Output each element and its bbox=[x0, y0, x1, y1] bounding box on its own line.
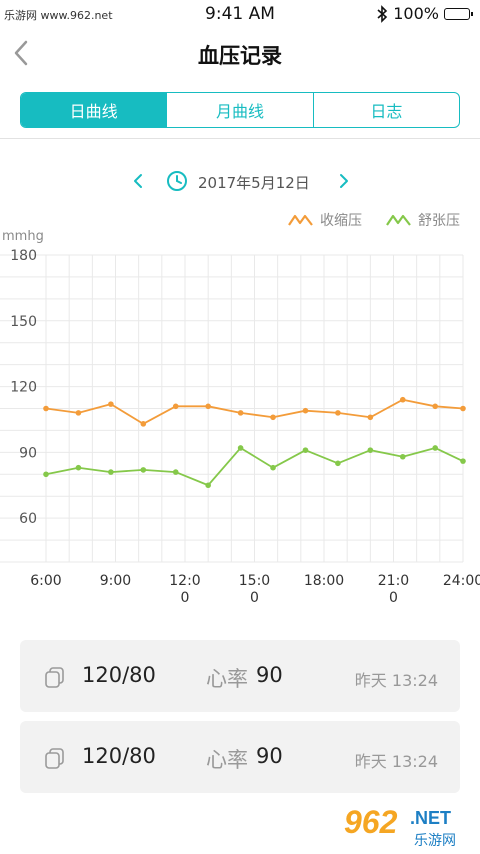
data-point bbox=[108, 469, 114, 475]
next-date-button[interactable] bbox=[334, 169, 354, 193]
brand-watermark: 962 .NET 乐游网 bbox=[344, 804, 472, 850]
record-time: 昨天 13:24 bbox=[354, 752, 438, 771]
data-point bbox=[75, 410, 82, 416]
data-point bbox=[75, 464, 82, 471]
data-point bbox=[205, 482, 211, 489]
y-axis-label: mmhg bbox=[2, 229, 44, 244]
data-point bbox=[302, 407, 309, 414]
heart-rate-value: 90 bbox=[256, 744, 283, 768]
heart-rate-label: 心率 bbox=[206, 748, 248, 772]
x-tick-label: 18:00 bbox=[304, 573, 344, 589]
x-tick-label: 12:0 bbox=[169, 573, 200, 589]
x-tick-label-line2: 0 bbox=[181, 590, 190, 606]
status-right: 100% bbox=[376, 4, 473, 23]
y-tick-label: 90 bbox=[19, 445, 37, 461]
data-point bbox=[367, 447, 374, 453]
divider bbox=[0, 138, 480, 139]
data-point bbox=[399, 453, 406, 460]
heart-rate-label: 心率 bbox=[206, 667, 248, 691]
data-point bbox=[140, 421, 147, 427]
data-point bbox=[172, 469, 179, 475]
bp-reading: 120/80 bbox=[82, 744, 156, 768]
y-tick-label: 150 bbox=[10, 314, 37, 330]
data-point bbox=[335, 460, 341, 467]
y-tick-label: 180 bbox=[10, 248, 37, 264]
data-point bbox=[43, 405, 49, 412]
x-tick-label: 15:0 bbox=[239, 573, 270, 589]
data-point bbox=[237, 410, 244, 416]
data-point bbox=[460, 458, 466, 464]
data-point bbox=[205, 403, 211, 410]
page-title: 血压记录 bbox=[198, 44, 282, 68]
y-tick-label: 120 bbox=[10, 380, 37, 396]
prev-date-button[interactable] bbox=[128, 169, 148, 193]
data-point bbox=[367, 414, 374, 421]
blood-pressure-chart: mmhg18015012090606:00 9:00 12:0015:0018:00… bbox=[0, 229, 480, 606]
brand-logo-sub: 乐游网 bbox=[414, 833, 456, 849]
battery-percent: 100% bbox=[393, 4, 439, 23]
copy-icon bbox=[45, 748, 64, 769]
status-bar: 乐游网 www.962.net 9:41 AM 100% bbox=[0, 0, 480, 28]
data-point bbox=[140, 467, 147, 473]
current-date: 2017年5月12日 bbox=[198, 174, 310, 192]
x-tick-label: 9:00 bbox=[100, 573, 131, 589]
bluetooth-icon bbox=[377, 4, 388, 23]
date-navigator: 2017年5月12日 bbox=[0, 166, 480, 196]
bp-reading: 120/80 bbox=[82, 663, 156, 687]
brand-logo-number: 962 bbox=[344, 804, 398, 840]
data-point bbox=[302, 447, 309, 453]
x-tick-label: 24:00 bbox=[443, 573, 480, 589]
data-point bbox=[43, 471, 49, 478]
record-card[interactable]: 120/80 心率 90 昨天 13:24 bbox=[20, 721, 460, 793]
data-point bbox=[432, 445, 439, 451]
battery-icon bbox=[444, 7, 473, 20]
data-point bbox=[237, 445, 244, 451]
data-point bbox=[270, 414, 276, 421]
heart-rate-value: 90 bbox=[256, 663, 283, 687]
data-point bbox=[460, 405, 466, 412]
view-tabs: 日曲线 月曲线 日志 bbox=[20, 92, 460, 128]
y-tick-label: 60 bbox=[19, 511, 37, 527]
data-point bbox=[432, 403, 439, 410]
brand-logo-net: .NET bbox=[410, 808, 452, 828]
x-tick-label: 6:00 bbox=[30, 573, 61, 589]
nav-bar: 血压记录 bbox=[0, 28, 480, 80]
tab-log[interactable]: 日志 bbox=[312, 93, 459, 127]
data-point bbox=[335, 410, 341, 416]
tab-day-curve[interactable]: 日曲线 bbox=[21, 93, 167, 127]
chevron-left-icon bbox=[134, 174, 142, 188]
data-point bbox=[108, 401, 114, 407]
x-tick-label-line2: 0 bbox=[250, 590, 259, 606]
record-card[interactable]: 120/80 心率 90 昨天 13:24 bbox=[20, 640, 460, 712]
record-time: 昨天 13:24 bbox=[354, 671, 438, 690]
data-point bbox=[172, 403, 179, 410]
x-tick-label-line2: 0 bbox=[389, 590, 398, 606]
data-point bbox=[270, 464, 276, 471]
tab-month-curve[interactable]: 月曲线 bbox=[166, 93, 312, 127]
clock-icon bbox=[167, 171, 187, 191]
chevron-right-icon bbox=[340, 174, 348, 188]
data-point bbox=[399, 396, 406, 403]
copy-icon bbox=[45, 667, 64, 688]
x-tick-label: 21:0 bbox=[378, 573, 409, 589]
